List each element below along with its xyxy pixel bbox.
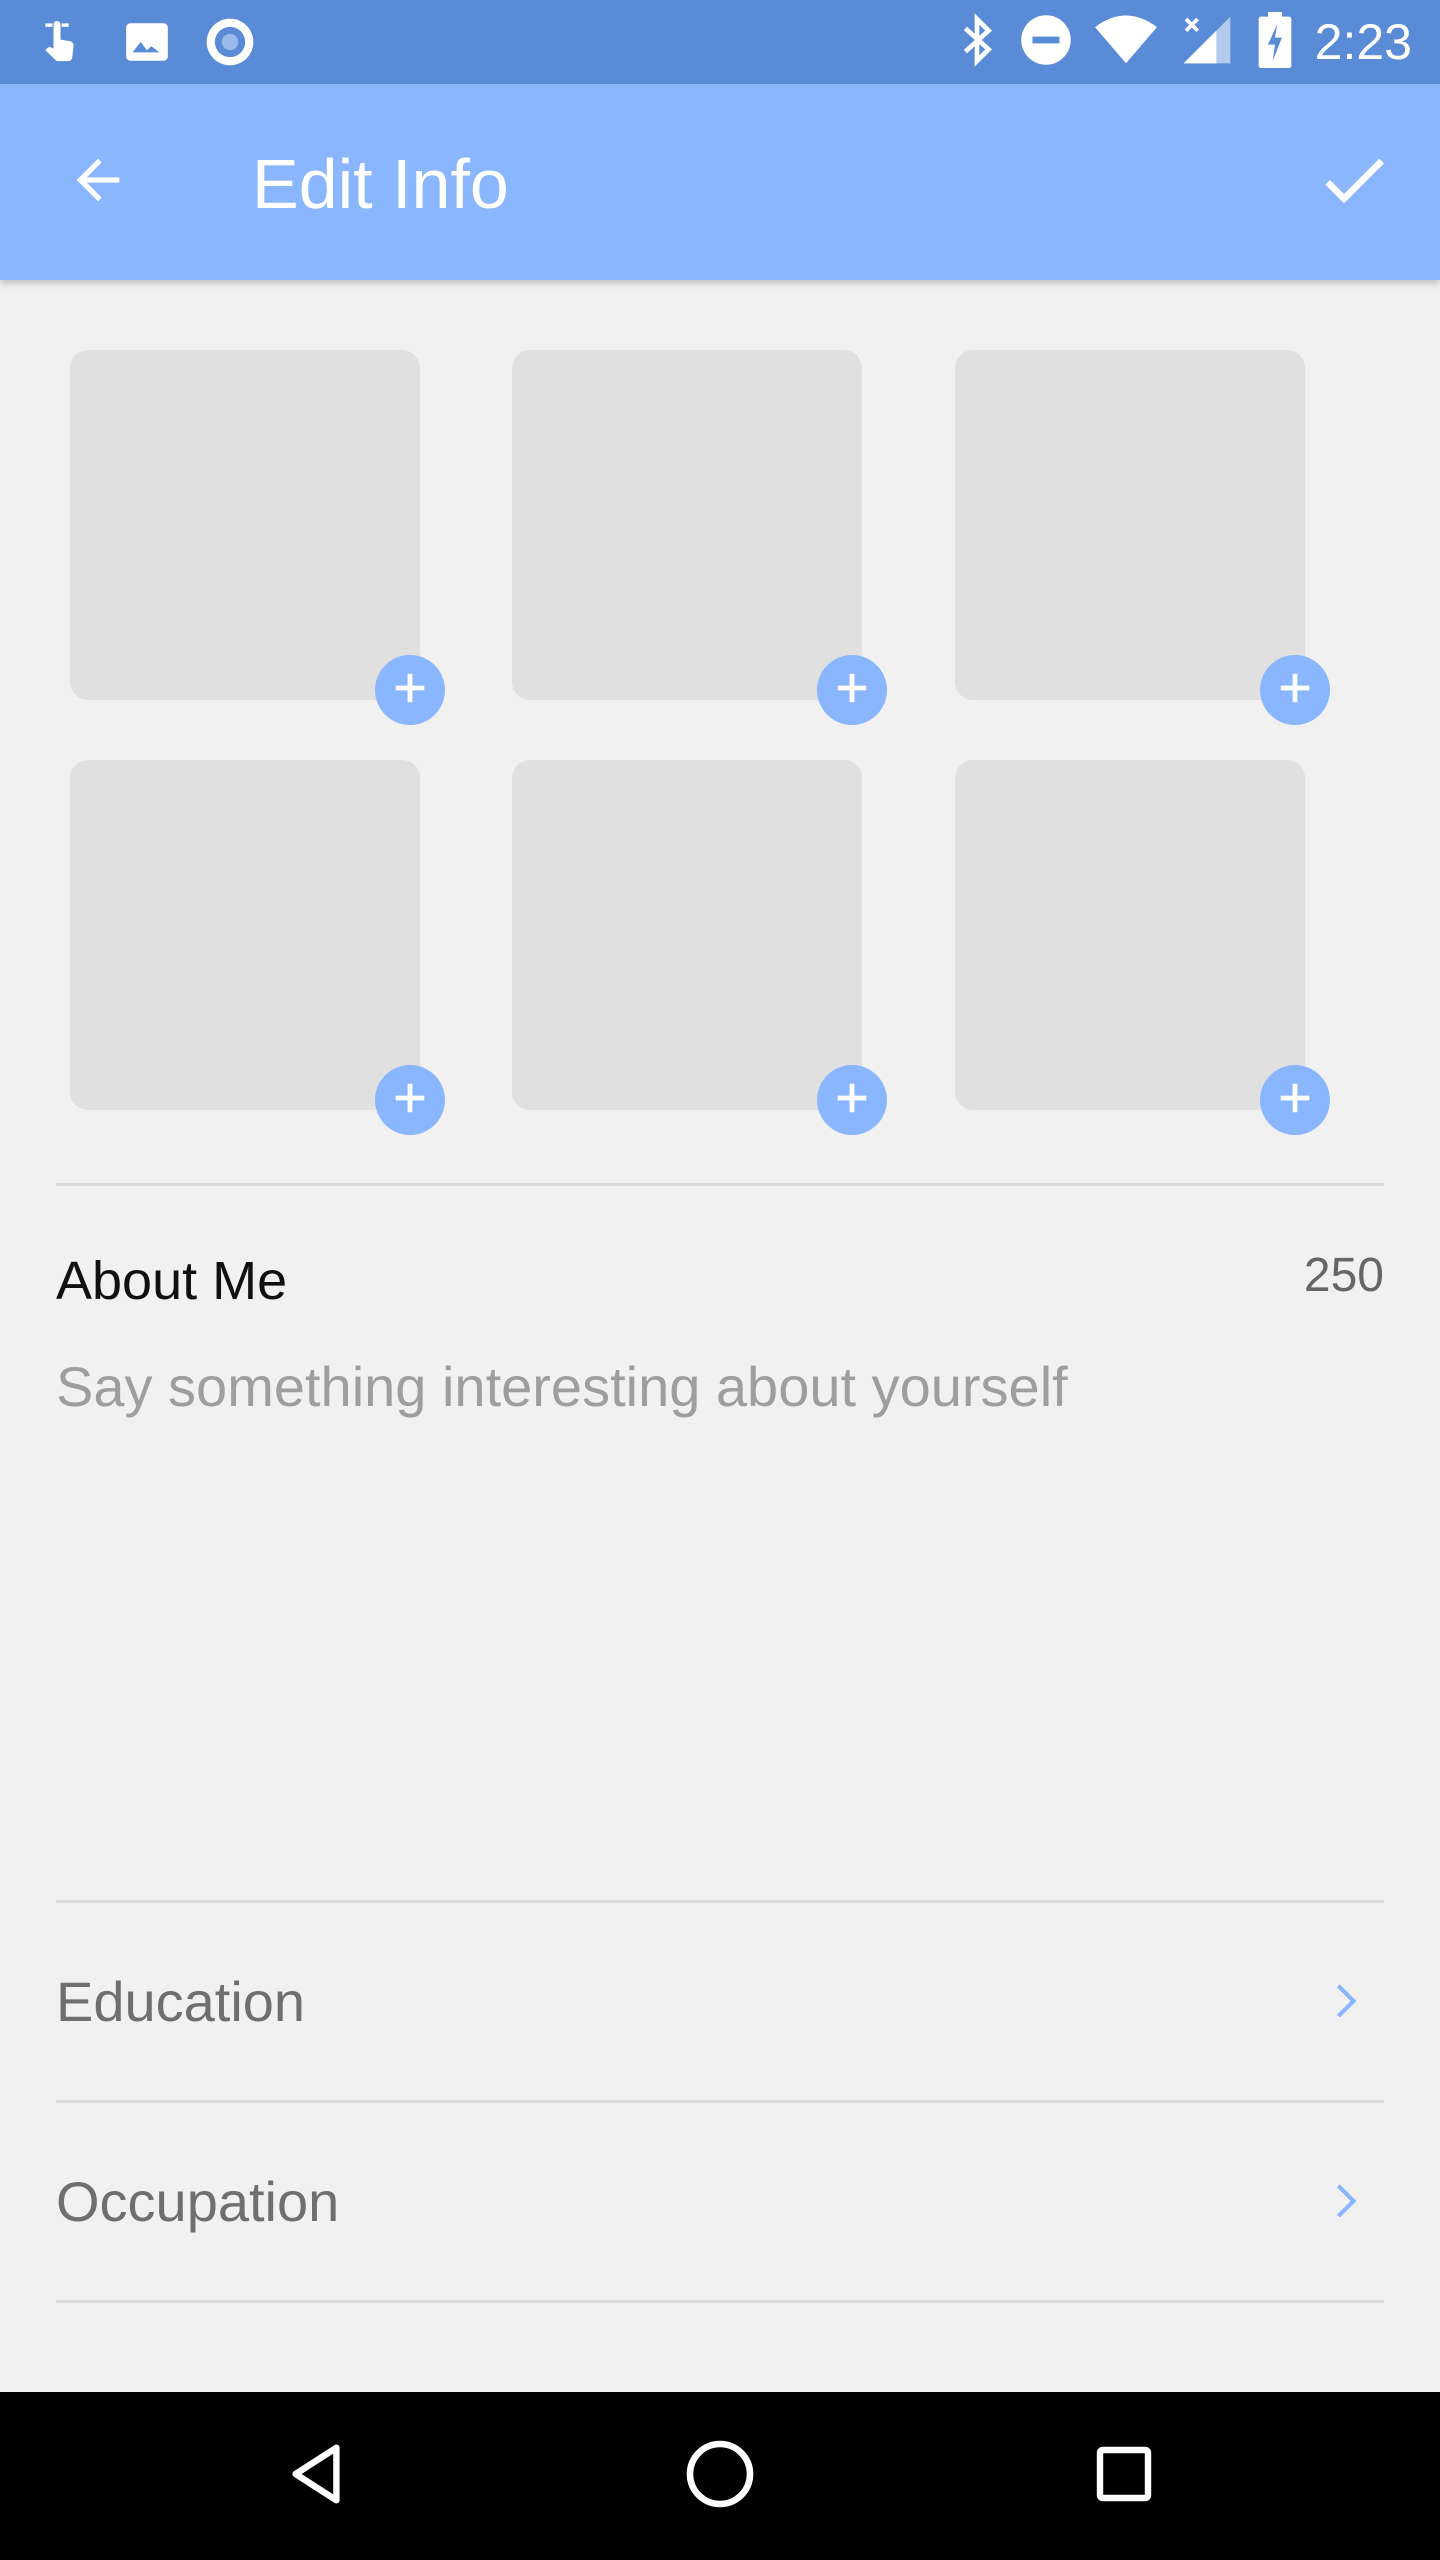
home-circle-icon — [684, 2438, 756, 2515]
save-button[interactable] — [1308, 136, 1400, 228]
education-label: Education — [56, 1969, 306, 2033]
occupation-row[interactable]: Occupation — [56, 2103, 1384, 2299]
status-bar-right: 2:23 — [957, 10, 1412, 74]
divider — [56, 1183, 1384, 1186]
add-photo-button[interactable] — [375, 1065, 445, 1135]
add-photo-button[interactable] — [1260, 655, 1330, 725]
arrow-left-icon — [66, 148, 130, 217]
bluetooth-icon — [957, 12, 997, 73]
app-bar: Edit Info — [0, 84, 1440, 280]
photo-grid — [0, 280, 1440, 1180]
add-photo-button[interactable] — [1260, 1065, 1330, 1135]
add-photo-button[interactable] — [817, 655, 887, 725]
photo-slot[interactable] — [955, 760, 1305, 1110]
photo-slot[interactable] — [70, 760, 420, 1110]
back-triangle-icon — [281, 2439, 351, 2514]
nav-recents-button[interactable] — [1074, 2426, 1174, 2526]
back-button[interactable] — [56, 140, 140, 224]
nav-home-button[interactable] — [670, 2426, 770, 2526]
photo-slot[interactable] — [512, 760, 862, 1110]
do-not-disturb-icon — [1019, 13, 1073, 72]
plus-circle-icon — [1276, 1079, 1314, 1122]
record-icon — [202, 14, 258, 75]
plus-circle-icon — [833, 1079, 871, 1122]
chevron-right-icon — [1314, 2171, 1374, 2231]
photo-slot[interactable] — [70, 350, 420, 700]
photo-slot[interactable] — [955, 350, 1305, 700]
status-bar: 2:23 — [0, 0, 1440, 84]
battery-charging-icon — [1257, 11, 1293, 73]
plus-circle-icon — [833, 669, 871, 712]
plus-circle-icon — [391, 1079, 429, 1122]
image-icon — [122, 17, 172, 72]
touch-icon — [36, 14, 92, 75]
wifi-icon — [1094, 14, 1157, 71]
about-me-input[interactable]: Say something interesting about yourself — [56, 1352, 1376, 1872]
photo-slot[interactable] — [512, 350, 862, 700]
status-time: 2:23 — [1314, 14, 1412, 70]
system-nav-bar — [0, 2392, 1440, 2560]
plus-circle-icon — [391, 669, 429, 712]
plus-circle-icon — [1276, 669, 1314, 712]
occupation-label: Occupation — [56, 2169, 340, 2233]
page-title: Edit Info — [252, 145, 509, 223]
recents-square-icon — [1092, 2442, 1156, 2511]
about-me-label: About Me — [56, 1251, 288, 1311]
signal-icon — [1179, 12, 1235, 73]
education-row[interactable]: Education — [56, 1903, 1384, 2099]
status-bar-left — [36, 14, 258, 75]
check-icon — [1314, 140, 1394, 225]
add-photo-button[interactable] — [817, 1065, 887, 1135]
about-me-char-count: 250 — [1303, 1249, 1384, 1302]
chevron-right-icon — [1314, 1971, 1374, 2031]
divider — [56, 2300, 1384, 2303]
add-photo-button[interactable] — [375, 655, 445, 725]
nav-back-button[interactable] — [266, 2426, 366, 2526]
